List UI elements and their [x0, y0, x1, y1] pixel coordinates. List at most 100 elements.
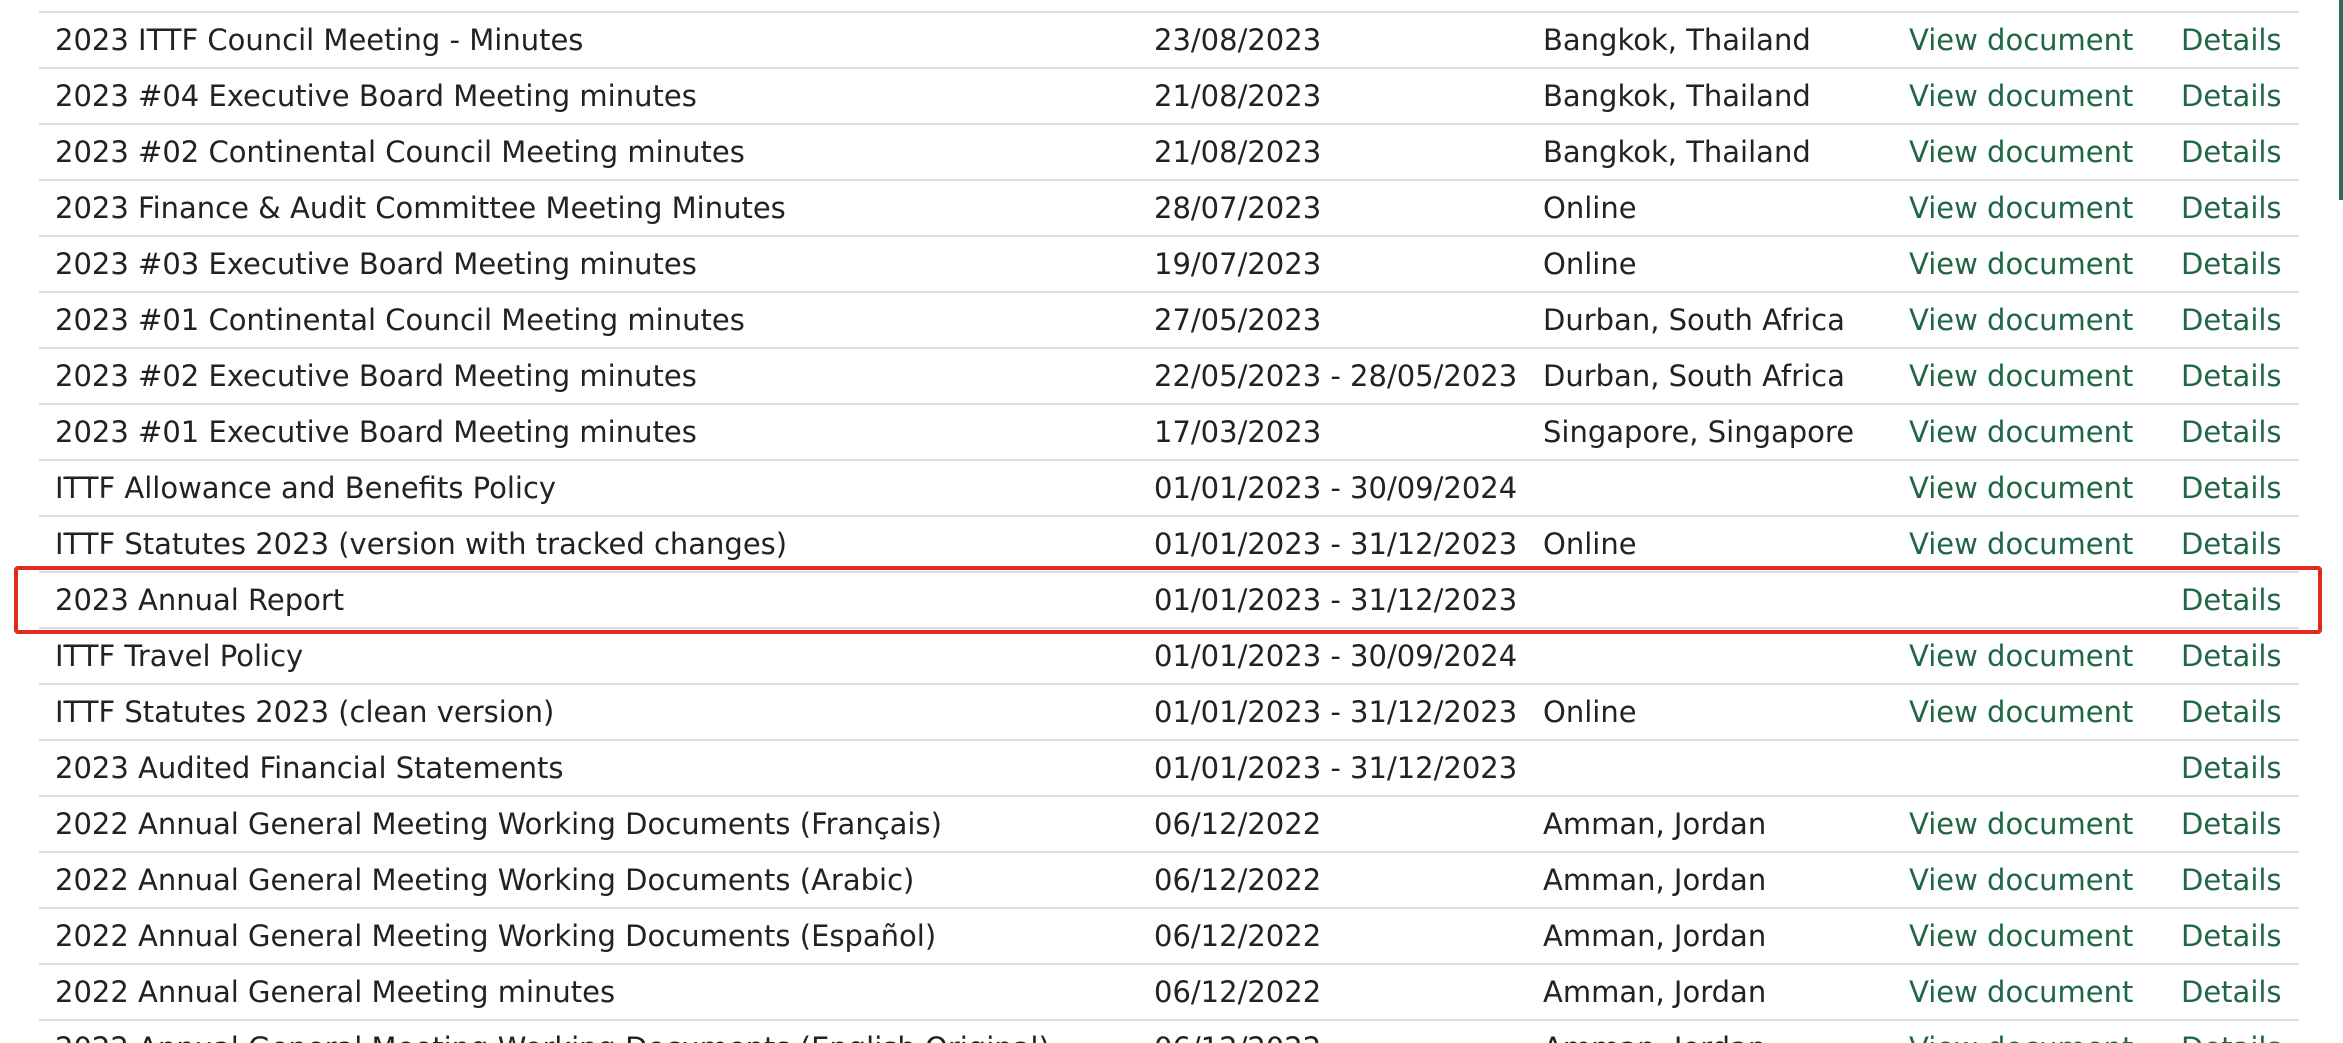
details-link[interactable]: Details: [2181, 965, 2282, 1019]
details-link[interactable]: Details: [2181, 405, 2282, 459]
details-link[interactable]: Details: [2181, 181, 2282, 235]
document-date: 06/12/2022: [1154, 863, 1322, 897]
details-link[interactable]: Details: [2181, 349, 2282, 403]
table-row: 2023 #01 Continental Council Meeting min…: [39, 293, 2299, 349]
document-date: 17/03/2023: [1154, 415, 1322, 449]
document-location: Bangkok, Thailand: [1543, 0, 1811, 11]
details-link[interactable]: Details: [2181, 125, 2282, 179]
table-row: 2023 #01 Executive Board Meeting minutes…: [39, 405, 2299, 461]
document-title: 2022 Annual General Meeting Working Docu…: [55, 1021, 1050, 1043]
table-row: 2023 ITTF Executive Board Meeting minute…: [39, 0, 2299, 13]
view-document-link[interactable]: View document: [1909, 685, 2133, 739]
document-date: 01/01/2023 - 31/12/2023: [1154, 751, 1518, 785]
table-row: ITTF Statutes 2023 (clean version) 01/01/…: [39, 685, 2299, 741]
scrollbar-edge[interactable]: [2339, 0, 2343, 200]
view-document-link[interactable]: View document: [1909, 1021, 2133, 1043]
view-document-link[interactable]: View document: [1909, 965, 2133, 1019]
document-title: 2023 #02 Executive Board Meeting minutes: [55, 359, 697, 393]
document-date: 01/01/2023 - 31/12/2023: [1154, 695, 1518, 729]
details-link[interactable]: Details: [2181, 1021, 2282, 1043]
view-document-link[interactable]: View document: [1909, 125, 2133, 179]
table-row: 2023 Finance & Audit Committee Meeting M…: [39, 181, 2299, 237]
document-date: 06/12/2022: [1154, 1021, 1321, 1043]
document-title: 2022 Annual General Meeting Working Docu…: [55, 807, 942, 841]
document-location: Amman, Jordan: [1543, 863, 1767, 897]
details-link[interactable]: Details: [2181, 517, 2282, 571]
document-title: 2022 Annual General Meeting Working Docu…: [55, 919, 937, 953]
table-row: 2023 #02 Continental Council Meeting min…: [39, 125, 2299, 181]
document-date: 28/07/2023: [1154, 191, 1322, 225]
details-link[interactable]: Details: [2181, 69, 2282, 123]
view-document-link[interactable]: View document: [1909, 517, 2133, 571]
table-row: 2022 Annual General Meeting Working Docu…: [39, 797, 2299, 853]
details-link[interactable]: Details: [2181, 853, 2282, 907]
details-link[interactable]: Details: [2181, 741, 2282, 795]
view-document-link[interactable]: View document: [1909, 853, 2133, 907]
view-document-link[interactable]: View document: [1909, 13, 2133, 67]
table-row: 2023 ITTF Council Meeting - Minutes 23/08…: [39, 13, 2299, 69]
view-document-link[interactable]: View document: [1909, 181, 2133, 235]
document-location: Durban, South Africa: [1543, 303, 1845, 337]
details-link[interactable]: Details: [2181, 797, 2282, 851]
document-title: 2023 Annual Report: [55, 583, 345, 617]
table-row: 2022 Annual General Meeting Working Docu…: [39, 909, 2299, 965]
details-link[interactable]: Details: [2181, 573, 2282, 627]
view-document-link[interactable]: View document: [1909, 909, 2133, 963]
document-location: Bangkok, Thailand: [1543, 23, 1811, 57]
details-link[interactable]: Details: [2181, 293, 2282, 347]
table-row: 2023 #04 Executive Board Meeting minutes…: [39, 69, 2299, 125]
document-title: 2023 #02 Continental Council Meeting min…: [55, 135, 745, 169]
details-link[interactable]: Details: [2181, 237, 2282, 291]
view-document-link[interactable]: View document: [1909, 797, 2133, 851]
document-title: 2022 Annual General Meeting minutes: [55, 975, 616, 1009]
document-title: 2022 Annual General Meeting Working Docu…: [55, 863, 915, 897]
document-title: 2023 #01 Executive Board Meeting minutes: [55, 415, 697, 449]
document-title: ITTF Statutes 2023 (version with tracked…: [55, 527, 788, 561]
document-title: ITTF Allowance and Benefits Policy: [55, 471, 557, 505]
document-title: 2023 #03 Executive Board Meeting minutes: [55, 247, 697, 281]
document-title: 2023 #01 Continental Council Meeting min…: [55, 303, 745, 337]
details-link[interactable]: Details: [2181, 0, 2282, 11]
document-date: 06/12/2022: [1154, 919, 1322, 953]
document-location: Online: [1543, 527, 1637, 561]
document-location: Amman, Jordan: [1543, 1021, 1766, 1043]
document-title: 2023 Audited Financial Statements: [55, 751, 564, 785]
view-document-link[interactable]: View document: [1909, 237, 2133, 291]
view-document-link[interactable]: View document: [1909, 405, 2133, 459]
details-link[interactable]: Details: [2181, 461, 2282, 515]
table-row: ITTF Statutes 2023 (version with tracked…: [39, 517, 2299, 573]
table-row: 2023 #03 Executive Board Meeting minutes…: [39, 237, 2299, 293]
document-title: 2023 Finance & Audit Committee Meeting M…: [55, 191, 786, 225]
document-title: ITTF Travel Policy: [55, 639, 304, 673]
view-document-link[interactable]: View document: [1909, 629, 2133, 683]
document-date: 19/07/2023: [1154, 247, 1322, 281]
document-date: 01/01/2023 - 31/12/2023: [1154, 583, 1518, 617]
document-location: Online: [1543, 191, 1637, 225]
details-link[interactable]: Details: [2181, 629, 2282, 683]
document-date: 23/08/2023: [1154, 23, 1322, 57]
document-title: 2023 #04 Executive Board Meeting minutes: [55, 79, 697, 113]
document-date: 22/05/2023 - 28/05/2023: [1154, 359, 1518, 393]
document-location: Singapore, Singapore: [1543, 415, 1855, 449]
table-row: 2023 Annual Report 01/01/2023 - 31/12/202…: [39, 573, 2299, 629]
table-row: 2022 Annual General Meeting minutes 06/12…: [39, 965, 2299, 1021]
document-date: 21/08/2023: [1154, 135, 1322, 169]
document-location: Amman, Jordan: [1543, 807, 1767, 841]
document-location: Online: [1543, 695, 1637, 729]
document-title: 2023 ITTF Council Meeting - Minutes: [55, 23, 584, 57]
document-date: 23/08/2023: [1154, 0, 1321, 11]
view-document-link[interactable]: View document: [1909, 349, 2133, 403]
details-link[interactable]: Details: [2181, 13, 2282, 67]
document-date: 01/01/2023 - 31/12/2023: [1154, 527, 1518, 561]
view-document-link[interactable]: View document: [1909, 0, 2133, 11]
document-location: Amman, Jordan: [1543, 919, 1767, 953]
documents-table: 2023 ITTF Executive Board Meeting minute…: [39, 0, 2299, 1043]
table-row: 2023 #02 Executive Board Meeting minutes…: [39, 349, 2299, 405]
details-link[interactable]: Details: [2181, 909, 2282, 963]
view-document-link[interactable]: View document: [1909, 293, 2133, 347]
view-document-link[interactable]: View document: [1909, 69, 2133, 123]
view-document-link[interactable]: View document: [1909, 461, 2133, 515]
document-date: 01/01/2023 - 30/09/2024: [1154, 639, 1518, 673]
details-link[interactable]: Details: [2181, 685, 2282, 739]
document-location: Durban, South Africa: [1543, 359, 1845, 393]
